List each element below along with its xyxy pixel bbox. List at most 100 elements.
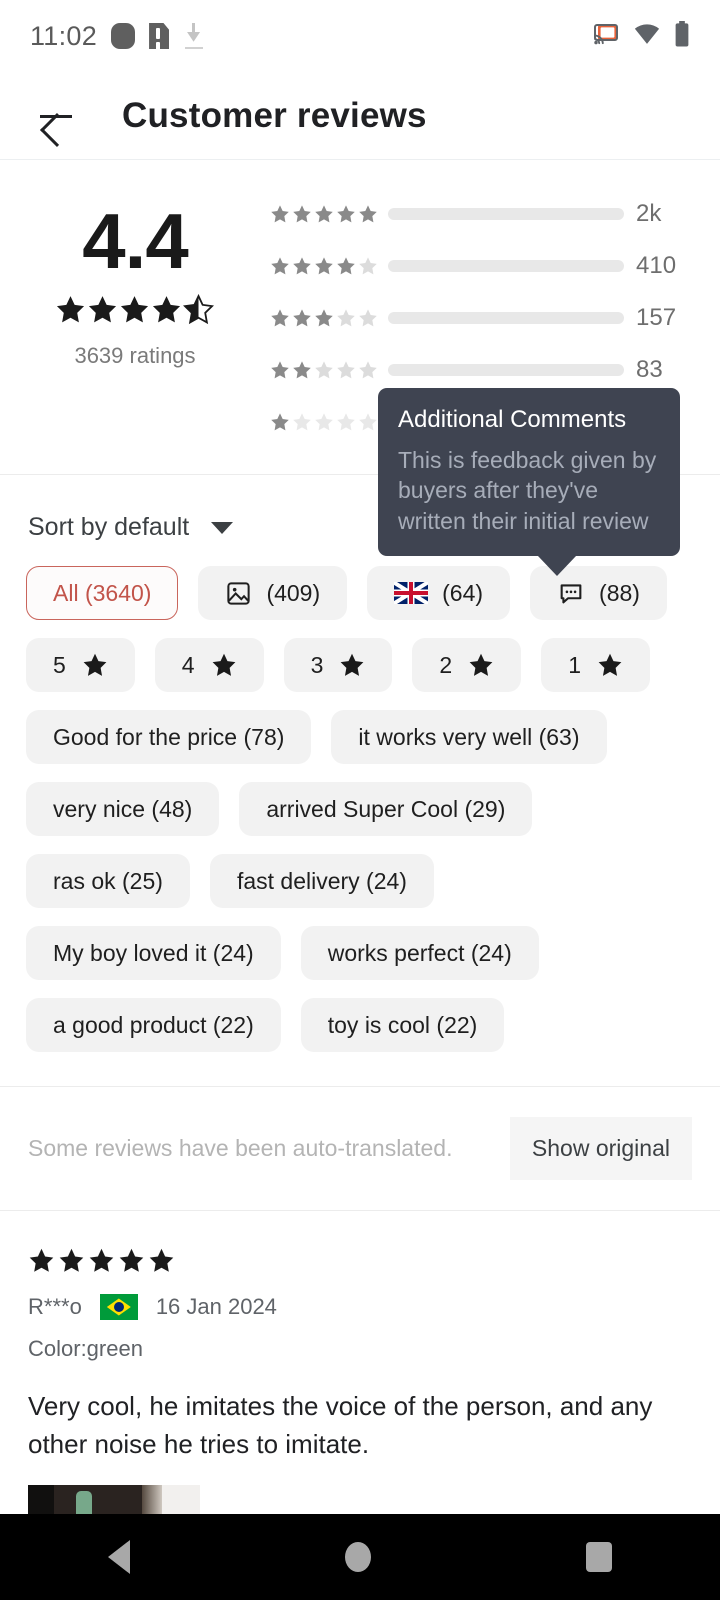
chip-label: arrived Super Cool (29) [266, 795, 506, 822]
star-chip-row: 5 4 3 2 1 [0, 638, 720, 692]
tag-chip-row: Good for the price (78) it works very we… [0, 710, 720, 1052]
tag-chip[interactable]: works perfect (24) [300, 926, 539, 980]
chip-label: works perfect (24) [327, 939, 512, 966]
chip-star-3[interactable]: 3 [283, 638, 393, 692]
review-date: 16 Jan 2024 [155, 1294, 277, 1319]
chip-label: (409) [266, 579, 321, 606]
page-title: Customer reviews [122, 95, 427, 135]
bar-track [388, 208, 624, 220]
download-icon [183, 23, 205, 49]
battery-icon [674, 20, 690, 52]
image-icon [225, 580, 252, 607]
bar-track [388, 364, 624, 376]
chip-star-4[interactable]: 4 [154, 638, 264, 692]
average-score: 4.4 [82, 197, 188, 285]
row-stars-4 [270, 256, 380, 276]
tag-chip[interactable]: fast delivery (24) [209, 854, 434, 908]
row-stars-1 [270, 412, 380, 432]
star-icon [341, 653, 364, 676]
chip-star-5[interactable]: 5 [26, 638, 135, 692]
android-nav-bar [0, 1514, 720, 1600]
chip-star-1[interactable]: 1 [541, 638, 650, 692]
half-star-icon [183, 294, 214, 325]
rating-bar-row[interactable]: 157 [270, 292, 698, 344]
nav-back-button[interactable] [107, 1540, 130, 1574]
chip-all[interactable]: All (3640) [26, 566, 179, 620]
row-stars-2 [270, 360, 380, 380]
translation-notice: Some reviews have been auto-translated. [28, 1135, 453, 1161]
nav-home-button[interactable] [344, 1542, 371, 1572]
chip-label: (64) [442, 579, 484, 606]
star-icon [83, 653, 107, 676]
chip-label: 1 [568, 651, 581, 678]
tag-chip[interactable]: My boy loved it (24) [26, 926, 281, 980]
bar-count: 83 [636, 356, 663, 383]
rating-bar-row[interactable]: 2k [270, 188, 698, 240]
tooltip-arrow-icon [538, 556, 576, 577]
average-block: 4.4 3639 ratings [0, 182, 270, 448]
blob-icon [111, 23, 136, 49]
ratings-count: 3639 ratings [74, 343, 196, 369]
rating-bar-row[interactable]: 410 [270, 240, 698, 292]
tag-chip[interactable]: ras ok (25) [26, 854, 190, 908]
chip-label: ras ok (25) [53, 867, 163, 894]
star-icon [598, 653, 622, 676]
bar-track [388, 260, 624, 272]
chip-label: 3 [310, 651, 324, 678]
average-stars [55, 294, 215, 325]
review-text: Very cool, he imitates the voice of the … [28, 1391, 653, 1459]
chip-label: Good for the price (78) [53, 723, 285, 750]
translation-notice-row: Some reviews have been auto-translated. … [0, 1087, 720, 1211]
star-icon [212, 653, 235, 676]
chip-star-2[interactable]: 2 [412, 638, 522, 692]
chip-label: very nice (48) [53, 795, 193, 822]
review-stars [28, 1247, 692, 1274]
tag-chip[interactable]: it works very well (63) [331, 710, 607, 764]
chip-label: All (3640) [53, 579, 152, 606]
brazil-flag-icon [99, 1294, 138, 1320]
review-variant: Color:green [28, 1336, 143, 1361]
row-stars-3 [270, 308, 380, 328]
show-original-button[interactable]: Show original [509, 1117, 692, 1180]
tooltip-body: This is feedback given by buyers after t… [398, 447, 657, 534]
chevron-down-icon [211, 521, 234, 534]
tag-chip[interactable]: very nice (48) [26, 782, 220, 836]
chip-label: (88) [599, 579, 640, 606]
app-bar: Customer reviews [0, 72, 720, 160]
tooltip-title: Additional Comments [398, 406, 627, 433]
chip-photos[interactable]: (409) [198, 566, 348, 620]
uk-flag-icon [394, 582, 429, 604]
cast-icon [592, 22, 620, 51]
additional-comments-tooltip: Additional Comments This is feedback giv… [378, 388, 680, 577]
back-arrow-icon[interactable] [34, 94, 78, 138]
review-meta: R***o 16 Jan 2024 [28, 1294, 692, 1320]
star-icon [469, 653, 493, 676]
chip-label: My boy loved it (24) [53, 939, 254, 966]
chip-label: a good product (22) [53, 1011, 254, 1038]
chip-label: toy is cool (22) [327, 1011, 478, 1038]
row-stars-5 [270, 204, 380, 224]
tag-chip[interactable]: Good for the price (78) [26, 710, 312, 764]
bar-count: 410 [636, 252, 677, 279]
filter-chip-row: All (3640) (409) (64) (88) [0, 566, 720, 620]
status-bar-left: 11:02 [30, 21, 205, 52]
nav-recents-button[interactable] [586, 1542, 613, 1572]
sort-label: Sort by default [28, 513, 190, 541]
tag-chip[interactable]: toy is cool (22) [300, 998, 505, 1052]
status-bar-right [592, 20, 690, 52]
status-bar: 11:02 [0, 0, 720, 72]
comment-icon [557, 579, 585, 607]
status-time: 11:02 [30, 20, 98, 51]
wifi-icon [633, 23, 661, 50]
chip-label: 5 [53, 651, 66, 678]
bar-track [388, 312, 624, 324]
tag-chip[interactable]: arrived Super Cool (29) [239, 782, 533, 836]
tag-chip[interactable]: a good product (22) [26, 998, 281, 1052]
chip-label: it works very well (63) [358, 723, 580, 750]
chip-label: 2 [439, 651, 453, 678]
chip-language[interactable]: (64) [367, 566, 511, 620]
chip-label: fast delivery (24) [236, 867, 407, 894]
bar-count: 2k [636, 200, 662, 227]
sim-alert-icon [149, 23, 170, 49]
phone-screen: 11:02 Customer reviews 4.4 3639 ratings … [0, 0, 720, 1600]
